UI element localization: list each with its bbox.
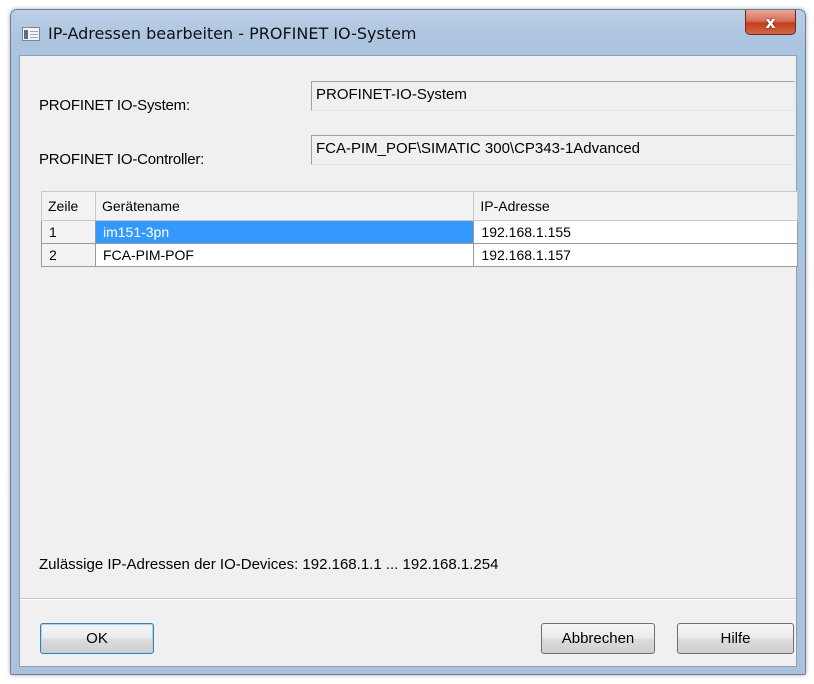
dialog-window: IP-Adressen bearbeiten - PROFINET IO-Sys… <box>10 9 806 675</box>
cancel-button[interactable]: Abbrechen <box>541 623 655 654</box>
table-row[interactable]: 2 FCA-PIM-POF 192.168.1.157 <box>41 243 798 267</box>
system-label: PROFINET IO-System: <box>39 97 190 114</box>
button-separator <box>20 598 796 600</box>
row-number-cell[interactable]: 1 <box>41 220 96 244</box>
column-header-zeile[interactable]: Zeile <box>41 191 96 221</box>
title-bar[interactable]: IP-Adressen bearbeiten - PROFINET IO-Sys… <box>11 10 805 56</box>
close-icon: x <box>765 12 776 32</box>
close-button[interactable]: x <box>745 10 796 35</box>
device-name-cell[interactable]: im151-3pn <box>94 220 475 244</box>
column-header-ip-adresse[interactable]: IP-Adresse <box>473 191 798 221</box>
dialog-client-area: PROFINET IO-System: PROFINET-IO-System P… <box>19 55 798 667</box>
table-header-row: Zeile Gerätename IP-Adresse <box>41 191 798 221</box>
system-field[interactable]: PROFINET-IO-System <box>311 81 795 111</box>
controller-field[interactable]: FCA-PIM_POF\SIMATIC 300\CP343-1Advanced <box>311 135 795 165</box>
allowed-ip-range-text: Zulässige IP-Adressen der IO-Devices: 19… <box>39 556 499 573</box>
table-row[interactable]: 1 im151-3pn 192.168.1.155 <box>41 220 798 244</box>
ok-button[interactable]: OK <box>40 623 154 654</box>
ip-address-cell[interactable]: 192.168.1.157 <box>473 243 798 267</box>
ip-address-cell[interactable]: 192.168.1.155 <box>473 220 798 244</box>
window-title: IP-Adressen bearbeiten - PROFINET IO-Sys… <box>48 24 417 43</box>
row-number-cell[interactable]: 2 <box>41 243 96 267</box>
controller-label: PROFINET IO-Controller: <box>39 151 205 168</box>
device-name-cell[interactable]: FCA-PIM-POF <box>94 243 475 267</box>
window-icon <box>22 27 40 41</box>
column-header-geraetename[interactable]: Gerätename <box>94 191 475 221</box>
device-table[interactable]: Zeile Gerätename IP-Adresse 1 im151-3pn … <box>41 191 798 267</box>
help-button[interactable]: Hilfe <box>677 623 794 654</box>
